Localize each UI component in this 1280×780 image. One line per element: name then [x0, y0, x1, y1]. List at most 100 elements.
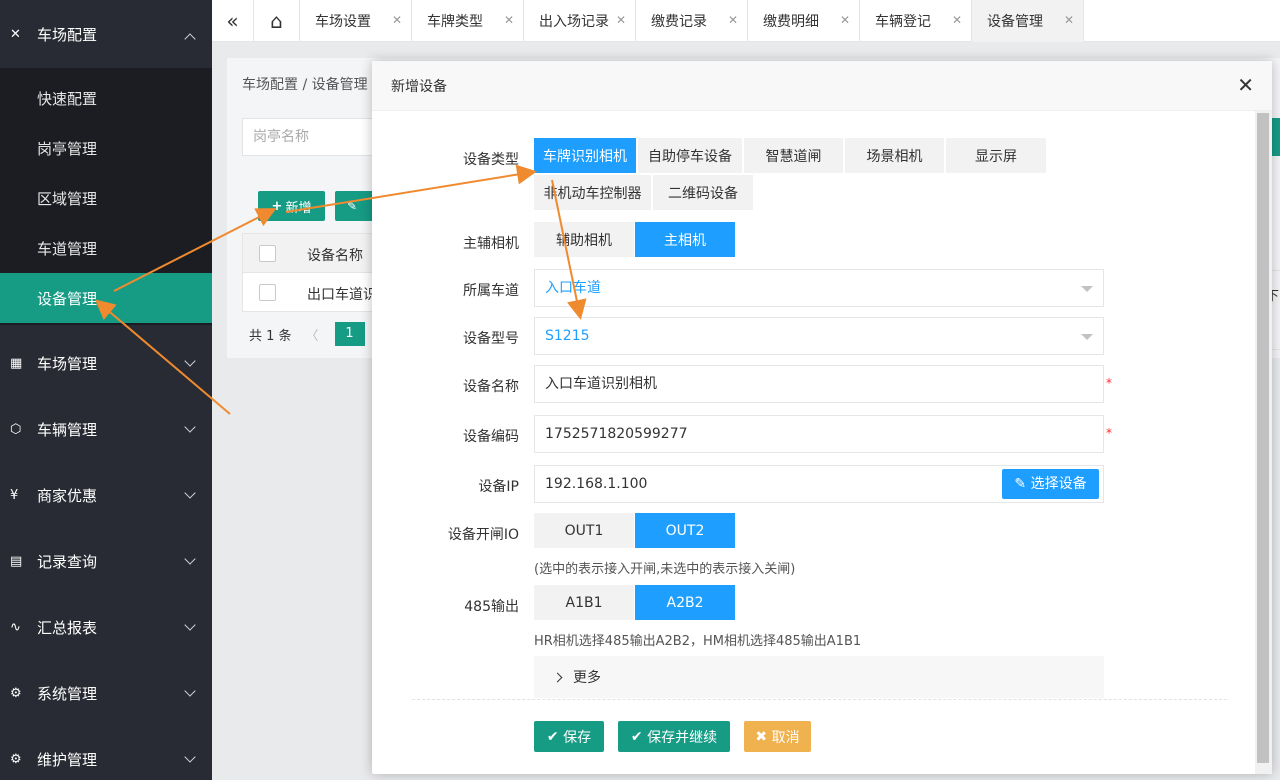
- a1b1-option[interactable]: A1B1: [534, 585, 634, 620]
- sidebar-item-label: 区域管理: [37, 189, 98, 208]
- sidebar-group-parking-mgmt[interactable]: ▦ 车场管理: [0, 330, 212, 396]
- lane-select[interactable]: 入口车道: [534, 269, 1104, 307]
- caret-down-icon: [1081, 334, 1093, 340]
- device-type-non-motor[interactable]: 非机动车控制器: [534, 175, 651, 210]
- scrollbar-thumb[interactable]: [1257, 113, 1269, 763]
- sidebar-submenu: 快速配置 岗亭管理 区域管理 车道管理 设备管理: [0, 68, 212, 325]
- plus-icon: +: [271, 198, 283, 214]
- close-icon[interactable]: ✕: [840, 13, 850, 27]
- device-ip-input[interactable]: 192.168.1.100 ✎ 选择设备: [534, 465, 1104, 503]
- chevron-down-icon: [184, 355, 196, 367]
- device-name-input[interactable]: 入口车道识别相机: [534, 365, 1104, 403]
- tab-label: 出入场记录: [539, 14, 609, 30]
- tab-label: 设备管理: [987, 14, 1043, 30]
- device-ip-value: 192.168.1.100: [545, 476, 648, 492]
- tab-plate-type[interactable]: 车牌类型 ✕: [412, 0, 524, 42]
- save-button[interactable]: ✔ 保存: [534, 721, 604, 752]
- chevron-down-icon: [184, 421, 196, 433]
- chevron-down-icon: [184, 487, 196, 499]
- close-icon[interactable]: ✕: [728, 13, 738, 27]
- tab-parking-settings[interactable]: 车场设置 ✕: [300, 0, 412, 42]
- camera-role-label: 主辅相机: [463, 236, 519, 252]
- select-all-checkbox[interactable]: [259, 245, 276, 262]
- close-icon[interactable]: ✕: [616, 13, 626, 27]
- tab-payment-records[interactable]: 缴费记录 ✕: [636, 0, 748, 42]
- add-device-button[interactable]: + 新增: [258, 191, 325, 221]
- chevron-right-icon: [552, 672, 563, 682]
- sidebar-group-system[interactable]: ⚙ 系统管理: [0, 660, 212, 726]
- sidebar-group-records[interactable]: ▤ 记录查询: [0, 528, 212, 594]
- rs485-label: 485输出: [464, 599, 519, 615]
- sidebar-group-maintenance[interactable]: ⚙ 维护管理: [0, 726, 212, 780]
- sidebar-group-label: 记录查询: [37, 552, 98, 571]
- close-icon: ✖: [755, 728, 768, 745]
- edit-icon: ✎: [1014, 476, 1027, 492]
- sidebar-item-device[interactable]: 设备管理: [0, 273, 212, 323]
- out2-option[interactable]: OUT2: [635, 513, 735, 548]
- out1-option[interactable]: OUT1: [534, 513, 634, 548]
- device-type-display[interactable]: 显示屏: [946, 138, 1046, 173]
- lane-label: 所属车道: [463, 283, 519, 299]
- row-checkbox[interactable]: [259, 284, 276, 301]
- sidebar-group-reports[interactable]: ∿ 汇总报表: [0, 594, 212, 660]
- main-camera-option[interactable]: 主相机: [635, 222, 735, 257]
- sidebar-item-quick-config[interactable]: 快速配置: [0, 73, 212, 123]
- save-label: 保存: [563, 729, 592, 746]
- close-icon[interactable]: ✕: [952, 13, 962, 27]
- dialog-scrollbar[interactable]: [1255, 111, 1272, 774]
- aux-camera-option[interactable]: 辅助相机: [534, 222, 634, 257]
- tab-device-management[interactable]: 设备管理 ✕: [972, 0, 1084, 42]
- collapse-sidebar-button[interactable]: «: [212, 0, 254, 42]
- more-options-toggle[interactable]: 更多: [534, 656, 1104, 698]
- sidebar-group-vehicle[interactable]: ⬡ 车辆管理: [0, 396, 212, 462]
- device-code-label: 设备编码: [463, 429, 519, 445]
- sidebar-group-parking-config[interactable]: ✕ 车场配置: [0, 0, 212, 68]
- sidebar-item-booth[interactable]: 岗亭管理: [0, 123, 212, 173]
- add-device-dialog: 新增设备 ✕ 设备类型 车牌识别相机 自助停车设备 智慧道闸 场景相机 显示屏 …: [372, 61, 1272, 774]
- cancel-label: 取消: [771, 729, 800, 746]
- save-continue-label: 保存并继续: [647, 729, 718, 746]
- sidebar-group-merchant[interactable]: ¥ 商家优惠: [0, 462, 212, 528]
- table-row[interactable]: 出口车道识: [242, 272, 392, 312]
- check-icon: ✔: [630, 728, 643, 745]
- select-device-label: 选择设备: [1030, 476, 1087, 492]
- device-type-qrcode[interactable]: 二维码设备: [653, 175, 753, 210]
- total-count: 共 1 条: [249, 328, 292, 344]
- device-type-label: 设备类型: [463, 152, 519, 168]
- close-icon[interactable]: ✕: [392, 13, 402, 27]
- page-number[interactable]: 1: [334, 322, 365, 346]
- device-ip-label: 设备IP: [478, 479, 519, 495]
- doc-icon: ▤: [10, 553, 23, 569]
- close-icon[interactable]: ✕: [1237, 75, 1254, 95]
- home-tab[interactable]: ⌂: [254, 0, 300, 42]
- sidebar-item-label: 快速配置: [37, 89, 98, 108]
- edit-icon: ✎: [347, 199, 358, 213]
- save-continue-button[interactable]: ✔ 保存并继续: [618, 721, 730, 752]
- close-icon[interactable]: ✕: [1064, 13, 1074, 27]
- cancel-button[interactable]: ✖ 取消: [744, 721, 811, 752]
- sidebar-item-lane[interactable]: 车道管理: [0, 223, 212, 273]
- tab-payment-details[interactable]: 缴费明细 ✕: [748, 0, 860, 42]
- sidebar-item-area[interactable]: 区域管理: [0, 173, 212, 223]
- close-icon[interactable]: ✕: [504, 13, 514, 27]
- sidebar-group-label: 车场配置: [37, 25, 98, 44]
- pulse-icon: ∿: [10, 619, 21, 635]
- select-device-button[interactable]: ✎ 选择设备: [1002, 469, 1099, 499]
- more-label: 更多: [573, 670, 601, 686]
- device-type-plate-camera[interactable]: 车牌识别相机: [534, 138, 636, 173]
- prev-page-icon[interactable]: 〈: [306, 325, 319, 344]
- booth-name-search-input[interactable]: 岗亭名称: [242, 118, 382, 156]
- required-mark: *: [1106, 376, 1112, 390]
- tab-entry-exit-records[interactable]: 出入场记录 ✕: [524, 0, 636, 42]
- device-code-input[interactable]: 1752571820599277: [534, 415, 1104, 453]
- sidebar-item-label: 设备管理: [37, 289, 98, 308]
- tab-vehicle-registration[interactable]: 车辆登记 ✕: [860, 0, 972, 42]
- device-type-smart-gate[interactable]: 智慧道闸: [744, 138, 843, 173]
- gate-io-label: 设备开闸IO: [447, 527, 519, 543]
- device-type-self-service[interactable]: 自助停车设备: [638, 138, 742, 173]
- model-select[interactable]: S1215: [534, 317, 1104, 355]
- a2b2-option[interactable]: A2B2: [635, 585, 735, 620]
- device-type-scene-camera[interactable]: 场景相机: [845, 138, 944, 173]
- table-header: 设备名称: [242, 233, 392, 273]
- sidebar-group-label: 汇总报表: [37, 618, 98, 637]
